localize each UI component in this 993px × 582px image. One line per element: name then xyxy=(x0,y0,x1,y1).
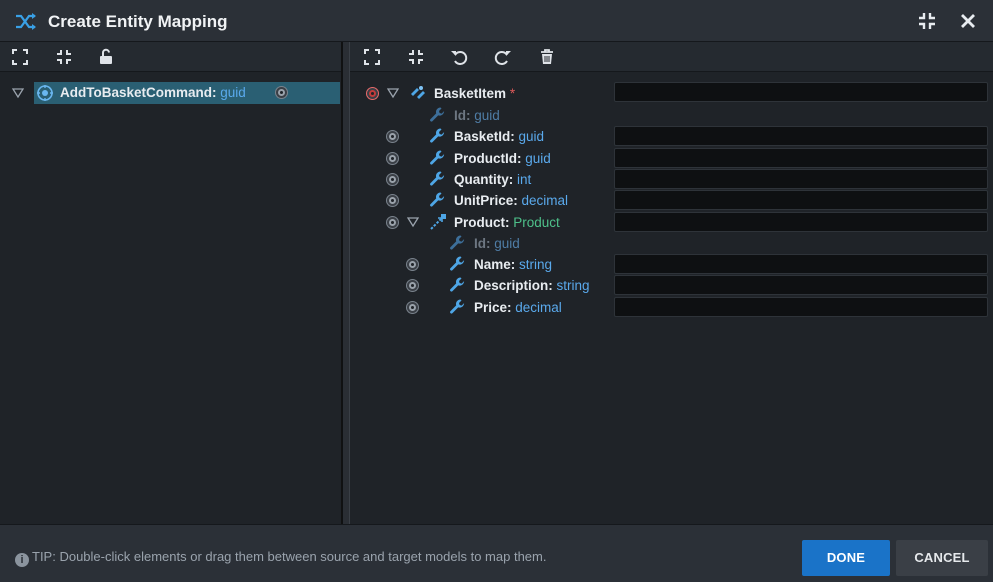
mapping-expression-input[interactable] xyxy=(614,275,988,296)
mapping-connector[interactable] xyxy=(387,131,398,143)
chevron-down-icon[interactable] xyxy=(12,87,24,99)
expand-all-icon[interactable] xyxy=(11,48,29,66)
wrench-icon xyxy=(430,128,445,143)
wrench-icon xyxy=(430,150,445,165)
wrench-icon xyxy=(450,277,465,292)
command-icon xyxy=(37,85,53,101)
chevron-down-icon[interactable] xyxy=(407,216,419,228)
field-type: string xyxy=(519,257,553,273)
mapping-connector[interactable] xyxy=(407,301,418,313)
target-root-name: BasketItem xyxy=(434,86,507,101)
source-root-type: guid xyxy=(220,85,246,100)
chevron-down-icon[interactable] xyxy=(387,87,399,99)
wrench-icon xyxy=(430,171,445,186)
field-name: BasketId xyxy=(454,129,511,145)
source-root-name: AddToBasketCommand xyxy=(60,85,213,100)
trash-icon[interactable] xyxy=(538,48,556,66)
unlock-icon[interactable] xyxy=(97,48,115,66)
shuffle-icon xyxy=(16,13,36,30)
field-type: guid xyxy=(518,129,545,145)
field-type: string xyxy=(556,278,590,294)
field-type: Product xyxy=(513,214,560,230)
redo-icon[interactable] xyxy=(494,48,512,66)
mapping-expression-input[interactable] xyxy=(614,126,988,147)
mapping-connector[interactable] xyxy=(407,280,418,292)
target-field-label: Description: string xyxy=(474,278,590,294)
wrench-icon xyxy=(430,107,445,122)
mapping-expression-input[interactable] xyxy=(614,168,988,189)
field-type: decimal xyxy=(515,299,562,315)
mapping-connector[interactable] xyxy=(407,259,418,271)
collapse-window-icon[interactable] xyxy=(917,11,937,31)
mapping-connector[interactable] xyxy=(387,216,398,228)
field-type: decimal xyxy=(521,193,569,209)
dialog-title: Create Entity Mapping xyxy=(48,12,228,31)
mapping-connector-root[interactable] xyxy=(367,88,378,99)
dialog-footer: i TIP: Double-click elements or drag them… xyxy=(0,524,993,582)
association-icon xyxy=(430,213,446,230)
target-field-label: Id: guid xyxy=(474,235,520,251)
target-field-label: Name: string xyxy=(474,257,553,273)
field-type: int xyxy=(517,171,532,187)
info-icon: i xyxy=(15,553,29,567)
entity-class-icon xyxy=(411,86,425,99)
close-icon[interactable] xyxy=(958,11,978,31)
title-bar: Create Entity Mapping xyxy=(0,0,993,42)
mapping-expression-input[interactable] xyxy=(614,254,988,275)
collapse-all-icon[interactable] xyxy=(55,48,73,66)
source-pane: AddToBasketCommand: guid xyxy=(0,42,342,524)
target-field-label: UnitPrice: decimal xyxy=(454,193,569,209)
target-field-label: Id: guid xyxy=(454,108,500,123)
pane-splitter[interactable] xyxy=(342,42,350,524)
mapping-connector[interactable] xyxy=(387,173,398,185)
target-root-label[interactable]: BasketItem * xyxy=(434,86,515,101)
target-pane: BasketItem * Id: guid BasketId: guid Produ… xyxy=(350,42,993,524)
tip-text-container: i TIP: Double-click elements or drag them… xyxy=(15,549,546,567)
tip-text: TIP: Double-click elements or drag them … xyxy=(32,549,547,564)
field-name: Price xyxy=(474,299,508,315)
undo-icon[interactable] xyxy=(450,48,468,66)
field-name: Id xyxy=(474,235,486,251)
source-root-row[interactable]: AddToBasketCommand: guid xyxy=(34,82,340,104)
mapping-expression-input[interactable] xyxy=(614,211,988,232)
field-name: UnitPrice xyxy=(454,193,514,209)
field-type: guid xyxy=(474,108,500,123)
mapping-expression-input[interactable] xyxy=(614,82,988,102)
mapping-expression-input[interactable] xyxy=(614,190,988,211)
target-field-label: Price: decimal xyxy=(474,299,562,315)
wrench-icon xyxy=(450,235,465,250)
mapping-connector[interactable] xyxy=(387,152,398,164)
wrench-icon xyxy=(450,256,465,271)
field-type: guid xyxy=(494,235,520,251)
wrench-icon xyxy=(430,192,445,207)
mapping-expression-input[interactable] xyxy=(614,296,988,317)
required-marker: * xyxy=(509,86,516,101)
mapping-connector[interactable] xyxy=(276,87,287,98)
field-type: guid xyxy=(525,150,551,166)
mapping-expression-input[interactable] xyxy=(614,147,988,168)
expand-all-icon[interactable] xyxy=(363,48,381,66)
mapping-connector[interactable] xyxy=(387,195,398,207)
wrench-icon xyxy=(450,299,465,314)
target-field-label: ProductId: guid xyxy=(454,150,551,166)
field-name: Name xyxy=(474,257,511,273)
target-field-label: Product: Product xyxy=(454,214,560,230)
cancel-button[interactable]: CANCEL xyxy=(896,540,988,576)
target-toolbar xyxy=(350,42,993,72)
field-name: Description xyxy=(474,278,549,294)
source-toolbar xyxy=(0,42,341,72)
field-name: ProductId xyxy=(454,150,517,166)
done-button[interactable]: DONE xyxy=(802,540,890,576)
field-name: Quantity xyxy=(454,171,509,187)
field-name: Product xyxy=(454,214,506,230)
collapse-all-icon[interactable] xyxy=(407,48,425,66)
target-field-label: Quantity: int xyxy=(454,171,532,187)
target-field-label: BasketId: guid xyxy=(454,129,545,145)
field-name: Id xyxy=(454,108,466,123)
